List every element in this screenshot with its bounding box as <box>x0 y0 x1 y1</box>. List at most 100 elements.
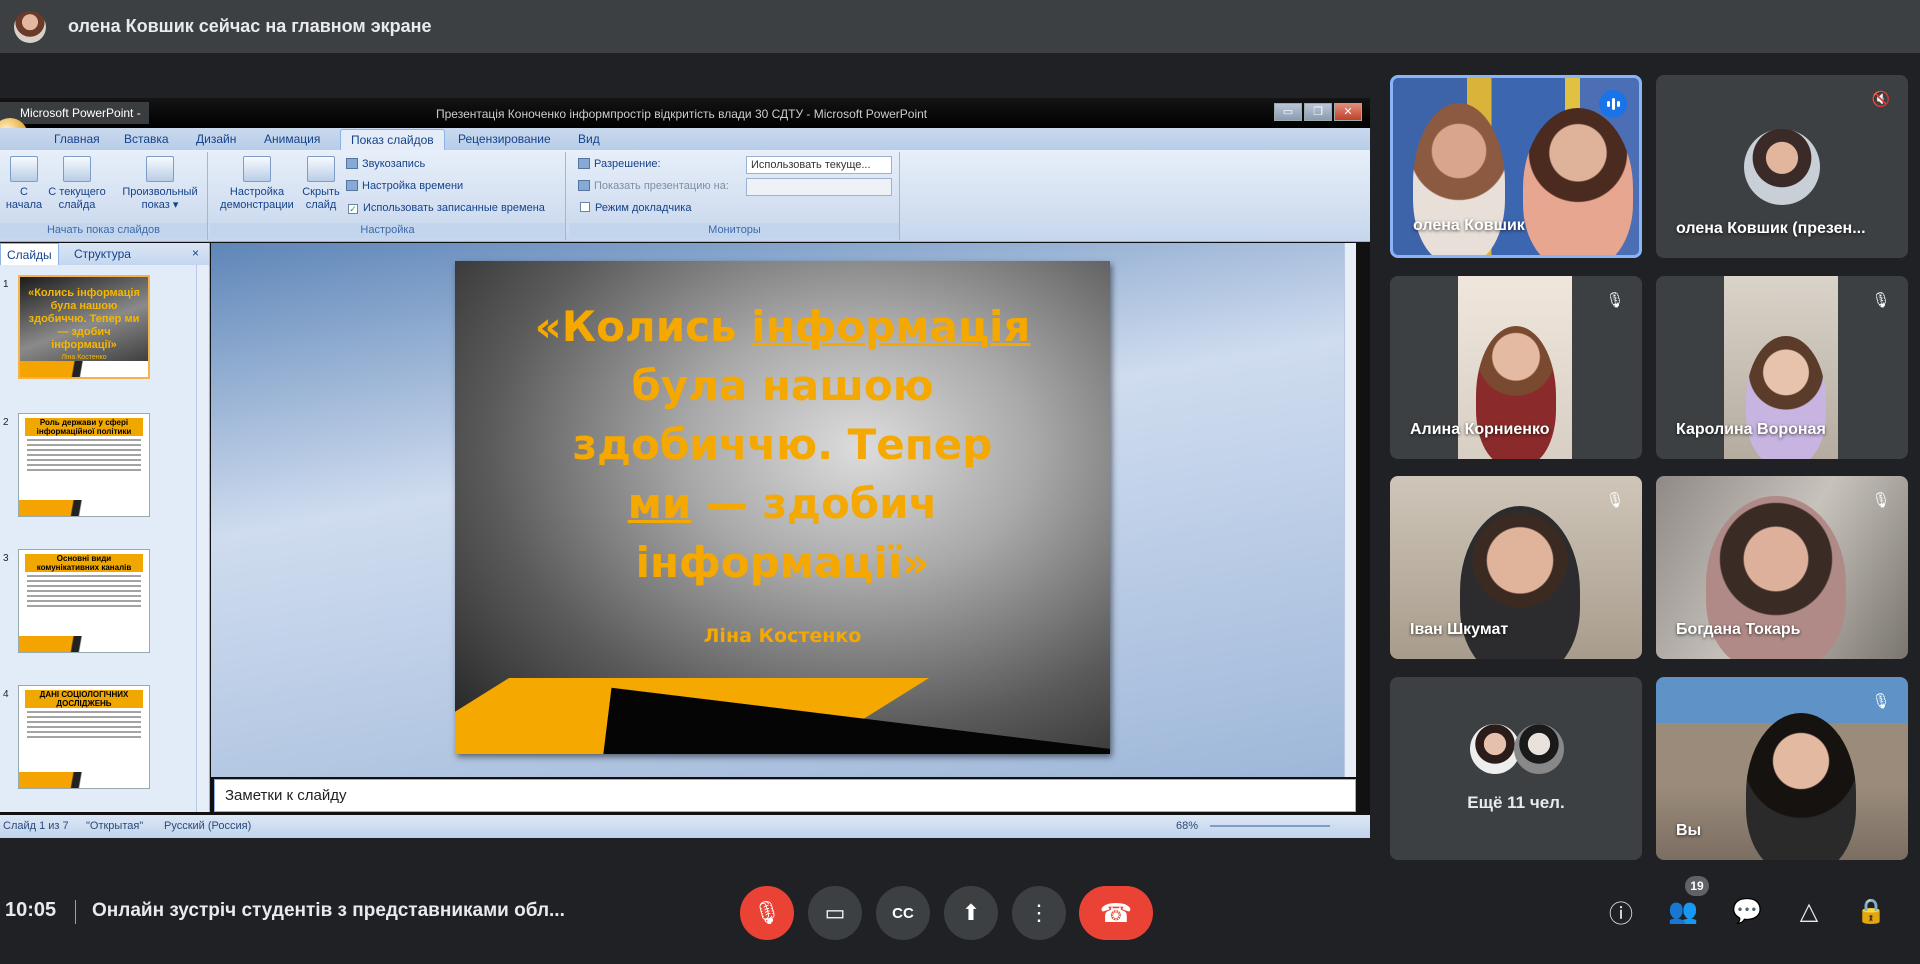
pp-app-name: Microsoft PowerPoint - <box>0 102 149 124</box>
group-label-monitors: Мониторы <box>570 223 899 238</box>
slide-thumbnail-1[interactable]: «Колись інформація була нашою здобиччю. … <box>18 275 150 379</box>
clock: 10:05 <box>5 899 57 921</box>
close-pane-icon[interactable]: × <box>192 246 199 260</box>
participant-count-badge: 19 <box>1685 876 1709 896</box>
participant-tile-ivan[interactable]: 🎙 Іван Шкумат <box>1390 476 1642 659</box>
avatar <box>1470 724 1520 774</box>
hang-up-icon: ☎ <box>1099 897 1133 928</box>
slides-scrollbar[interactable] <box>196 265 208 812</box>
from-current-button[interactable]: С текущего слайда <box>46 156 108 212</box>
tab-outline[interactable]: Структура <box>74 247 131 261</box>
use-timings-checkbox[interactable]: ✓ Использовать записанные времена <box>348 202 545 214</box>
shield-lock-icon: 🔒 <box>1856 897 1886 925</box>
setup-icon <box>243 156 271 182</box>
participant-name: Богдана Токарь <box>1676 621 1801 638</box>
speaking-indicator-icon <box>1599 90 1627 118</box>
minimize-button[interactable]: ▭ <box>1274 103 1302 121</box>
tab-review[interactable]: Рецензирование <box>458 132 551 146</box>
mic-off-icon: 🎙 <box>1605 492 1625 509</box>
mic-off-icon: 🎙 <box>1605 292 1625 309</box>
slide-counter: Слайд 1 из 7 <box>3 820 69 832</box>
activities-button[interactable]: △ <box>1792 894 1826 928</box>
maximize-button[interactable]: ❐ <box>1304 103 1332 121</box>
participant-tile-olena-presentation[interactable]: 🔇 олена Ковшик (презен... <box>1656 75 1908 258</box>
slide-author: Ліна Костенко <box>703 625 862 647</box>
more-options-button[interactable]: ⋮ <box>1012 886 1066 940</box>
tab-animation[interactable]: Анимация <box>264 132 320 146</box>
tab-design[interactable]: Дизайн <box>196 132 236 146</box>
ribbon-group-monitors: Разрешение: Использовать текуще... Показ… <box>570 152 900 240</box>
slide-quote: «Колись інформація була нашою здобиччю. … <box>534 302 1031 587</box>
participant-name: олена Ковшик <box>1413 217 1525 234</box>
camera-icon: ▭ <box>824 900 846 925</box>
captions-button[interactable]: CC <box>876 886 930 940</box>
slide-thumbnail-2[interactable]: Роль держави у сфері інформаційної політ… <box>18 413 150 517</box>
tab-home[interactable]: Главная <box>54 132 100 146</box>
hide-slide-button[interactable]: Скрыть слайд <box>298 156 344 212</box>
host-controls-button[interactable]: 🔒 <box>1854 894 1888 928</box>
pp-titlebar: Microsoft PowerPoint - Презентація Коноч… <box>0 98 1370 128</box>
camera-toggle-button[interactable]: ▭ <box>808 886 862 940</box>
mic-off-icon: 🎙 <box>1871 492 1891 509</box>
activities-icon: △ <box>1799 897 1819 925</box>
meeting-details-button[interactable]: ⓘ <box>1604 894 1638 928</box>
slide-thumbnail-3[interactable]: Основні види комунікативних каналів <box>18 549 150 653</box>
play-icon <box>10 156 38 182</box>
people-button[interactable]: 👥 <box>1666 894 1700 928</box>
participant-tile-bogdana[interactable]: 🎙 Богдана Токарь <box>1656 476 1908 659</box>
present-button[interactable]: ⬆ <box>944 886 998 940</box>
hide-slide-icon <box>307 156 335 182</box>
zoom-slider[interactable] <box>1210 825 1330 827</box>
mic-off-icon: 🎙 <box>1871 292 1891 309</box>
ribbon: С начала С текущего слайда Произвольный … <box>0 150 1370 242</box>
people-icon: 👥 <box>1668 897 1698 925</box>
play-current-icon <box>63 156 91 182</box>
custom-show-button[interactable]: Произвольный показ ▾ <box>116 156 204 212</box>
resolution-label: Разрешение: <box>578 158 661 170</box>
call-controls-bar: 10:05 Онлайн зустріч студентів з предста… <box>0 876 1920 964</box>
slides-pane: Слайды Структура × 1 «Колись інформація … <box>0 243 210 812</box>
from-start-button[interactable]: С начала <box>4 156 44 212</box>
presenter-banner: олена Ковшик сейчас на главном экране <box>0 0 1920 53</box>
presenter-notice: олена Ковшик сейчас на главном экране <box>68 16 432 36</box>
chat-icon: 💬 <box>1732 897 1762 925</box>
mute-sound-icon: 🔇 <box>1871 91 1891 108</box>
participant-tile-olena[interactable]: олена Ковшик <box>1390 75 1642 258</box>
close-button[interactable]: ✕ <box>1334 103 1362 121</box>
end-call-button[interactable]: ☎ <box>1079 886 1153 940</box>
current-slide[interactable]: «Колись інформація була нашою здобиччю. … <box>455 261 1110 754</box>
slide-thumbnail-4[interactable]: ДАНІ СОЦІОЛОГІЧНИХ ДОСЛІДЖЕНЬ <box>18 685 150 789</box>
setup-show-button[interactable]: Настройка демонстрации <box>216 156 298 212</box>
mic-toggle-button[interactable]: 🎙 <box>740 886 794 940</box>
participant-tile-self[interactable]: 🎙 Вы <box>1656 677 1908 860</box>
clock-icon <box>346 180 358 191</box>
participant-name: олена Ковшик (презен... <box>1676 220 1866 237</box>
captions-icon: CC <box>892 904 914 922</box>
tab-insert[interactable]: Вставка <box>124 132 169 146</box>
rehearse-timings-button[interactable]: Настройка времени <box>346 180 463 192</box>
language: Русский (Россия) <box>164 820 252 832</box>
slide-scrollbar[interactable] <box>1344 243 1356 777</box>
more-participants-tile[interactable]: Ещё 11 чел. <box>1390 677 1642 860</box>
more-vert-icon: ⋮ <box>1028 900 1050 925</box>
record-narration-button[interactable]: Звукозапись <box>346 158 425 170</box>
participant-name: Каролина Вороная <box>1676 421 1826 438</box>
tab-slides[interactable]: Слайды <box>0 243 59 265</box>
tab-slideshow[interactable]: Показ слайдов <box>340 129 445 150</box>
thumb-number: 1 <box>3 279 9 290</box>
notes-field[interactable]: Заметки к слайду <box>214 779 1356 812</box>
shared-screen[interactable]: Microsoft PowerPoint - Презентація Коноч… <box>0 98 1370 838</box>
resolution-select[interactable]: Использовать текуще... <box>746 156 892 174</box>
monitor-icon <box>578 158 590 169</box>
presenter-view-checkbox[interactable]: Режим докладчика <box>580 202 691 214</box>
participant-tile-karolina[interactable]: 🎙 Каролина Вороная <box>1656 276 1908 459</box>
info-icon: ⓘ <box>1609 900 1633 928</box>
participant-tile-alina[interactable]: 🎙 Алина Корниенко <box>1390 276 1642 459</box>
checkbox-checked: ✓ <box>348 204 358 214</box>
theme-name: "Открытая" <box>86 820 144 832</box>
more-count-label: Ещё 11 чел. <box>1467 793 1565 812</box>
chat-button[interactable]: 💬 <box>1730 894 1764 928</box>
participant-name: Алина Корниенко <box>1410 421 1550 438</box>
show-on-select <box>746 178 892 196</box>
tab-view[interactable]: Вид <box>578 132 600 146</box>
